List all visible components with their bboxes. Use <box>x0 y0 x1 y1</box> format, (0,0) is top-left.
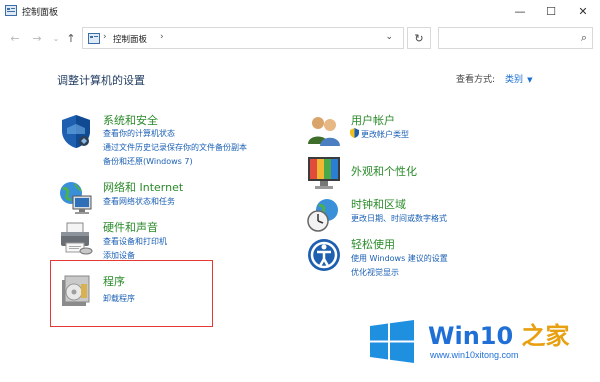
link-recommended-settings[interactable]: 使用 Windows 建议的设置 <box>351 253 448 264</box>
category-title[interactable]: 系统和安全 <box>103 112 158 128</box>
forward-button[interactable]: → <box>30 30 44 46</box>
link-change-account-type[interactable]: 更改帐户类型 <box>361 129 409 140</box>
window-title: 控制面板 <box>22 8 59 18</box>
category-title[interactable]: 硬件和声音 <box>103 219 158 235</box>
recent-locations-button[interactable]: ⌄ <box>49 30 63 46</box>
link-devices-printers[interactable]: 查看设备和打印机 <box>103 236 167 247</box>
category-title[interactable]: 时钟和区域 <box>351 196 406 212</box>
shield-icon[interactable] <box>57 112 95 150</box>
uac-shield-icon <box>350 128 359 138</box>
search-icon: ⌕ <box>580 31 587 44</box>
link-file-history[interactable]: 通过文件历史记录保存你的文件备份副本 <box>103 142 247 153</box>
control-panel-icon <box>88 33 100 44</box>
view-by-label: 查看方式: <box>456 75 496 85</box>
clock-globe-icon[interactable] <box>305 196 343 234</box>
globe-network-icon[interactable] <box>57 179 95 217</box>
link-optimize-visual[interactable]: 优化视觉显示 <box>351 267 399 278</box>
title-bar: 控制面板 — ☐ ✕ <box>0 0 600 22</box>
watermark-url: www.win10xitong.com <box>430 350 519 360</box>
monitor-icon[interactable] <box>305 154 343 192</box>
users-icon[interactable] <box>305 112 343 150</box>
windows-logo-icon <box>370 320 414 363</box>
close-button[interactable]: ✕ <box>568 0 598 22</box>
view-by-dropdown[interactable]: 类别 <box>505 75 523 85</box>
back-button[interactable]: ← <box>8 30 22 46</box>
highlight-box <box>50 260 213 327</box>
breadcrumb-separator[interactable]: › <box>160 32 164 42</box>
maximize-button[interactable]: ☐ <box>536 0 566 22</box>
breadcrumb-control-panel[interactable]: 控制面板 <box>113 33 147 45</box>
address-row: ← → ⌄ ↑ › 控制面板 › ⌄ ↻ ⌕ <box>0 26 600 50</box>
control-panel-icon <box>5 5 17 16</box>
watermark-brand: Win10 之家 <box>428 316 570 351</box>
link-change-date-time[interactable]: 更改日期、时间或数字格式 <box>351 213 447 224</box>
search-input[interactable]: ⌕ <box>438 27 593 49</box>
view-by: 查看方式: 类别 ▼ <box>456 72 532 85</box>
printer-icon[interactable] <box>57 219 95 257</box>
category-title[interactable]: 外观和个性化 <box>351 163 417 179</box>
link-backup-restore[interactable]: 备份和还原(Windows 7) <box>103 156 193 167</box>
up-button[interactable]: ↑ <box>64 30 78 46</box>
breadcrumb-separator[interactable]: › <box>103 32 107 42</box>
refresh-button[interactable]: ↻ <box>407 27 431 49</box>
ease-of-access-icon[interactable] <box>305 236 343 274</box>
address-bar[interactable]: › 控制面板 › ⌄ <box>82 27 404 49</box>
category-title[interactable]: 轻松使用 <box>351 236 395 252</box>
minimize-button[interactable]: — <box>505 0 535 22</box>
category-title[interactable]: 网络和 Internet <box>103 179 183 195</box>
watermark-brand-name: Win10 <box>428 322 514 350</box>
page-title: 调整计算机的设置 <box>57 74 145 87</box>
category-title[interactable]: 用户帐户 <box>351 112 395 128</box>
chevron-down-icon[interactable]: ▼ <box>527 76 532 84</box>
link-view-computer-status[interactable]: 查看你的计算机状态 <box>103 128 175 139</box>
watermark-brand-suffix: 之家 <box>521 322 570 350</box>
link-network-status[interactable]: 查看网络状态和任务 <box>103 196 175 207</box>
address-dropdown-button[interactable]: ⌄ <box>385 32 393 42</box>
